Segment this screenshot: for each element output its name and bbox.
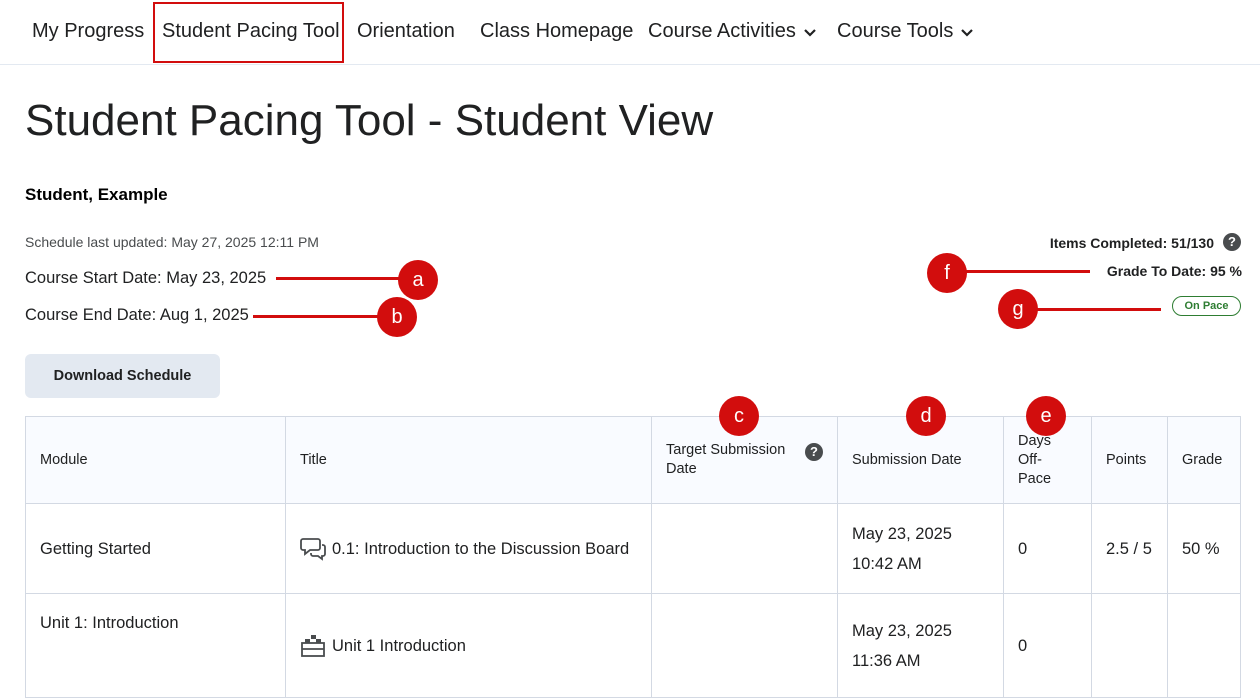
nav-course-activities[interactable]: Course Activities — [648, 20, 816, 43]
nav-orientation[interactable]: Orientation — [357, 20, 455, 43]
submission-time: 11:36 AM — [852, 651, 921, 670]
cell-submission-date: May 23, 2025 10:42 AM — [837, 503, 1004, 594]
highlight-box — [153, 2, 344, 63]
cell-target-date — [651, 503, 838, 594]
cell-points: 2.5 / 5 — [1091, 503, 1168, 594]
header-module: Module — [25, 416, 286, 504]
header-points: Points — [1091, 416, 1168, 504]
cell-grade: 50 % — [1167, 503, 1241, 594]
callout-a: a — [398, 260, 438, 300]
lego-block-icon — [300, 635, 332, 658]
items-completed-label: Items Completed: — [1049, 235, 1168, 251]
callout-g: g — [998, 289, 1038, 329]
callout-c: c — [719, 396, 759, 436]
help-icon[interactable]: ? — [805, 443, 823, 461]
callout-b: b — [377, 297, 417, 337]
callout-d: d — [906, 396, 946, 436]
callout-line-f — [962, 270, 1090, 273]
header-title: Title — [285, 416, 652, 504]
cell-module: Getting Started — [25, 503, 286, 594]
help-icon[interactable]: ? — [1223, 233, 1241, 251]
cell-title-text: Unit 1 Introduction — [332, 636, 466, 655]
on-pace-badge: On Pace — [1172, 296, 1241, 316]
header-target-submission-date-label: Target Submission Date — [666, 442, 786, 477]
cell-title-text: 0.1: Introduction to the Discussion Boar… — [332, 539, 630, 558]
callout-line-a — [276, 277, 400, 280]
cell-days-off-pace: 0 — [1003, 503, 1092, 594]
course-start-date: Course Start Date: May 23, 2025 — [25, 269, 267, 287]
student-name: Student, Example — [25, 185, 168, 204]
course-end-date: Course End Date: Aug 1, 2025 — [25, 306, 249, 324]
callout-line-b — [253, 315, 379, 318]
callout-f: f — [927, 253, 967, 293]
header-days-off-pace-label: Days Off-Pace — [1018, 432, 1052, 487]
callout-line-g — [1035, 308, 1161, 311]
discussion-icon — [300, 538, 332, 561]
download-schedule-button[interactable]: Download Schedule — [25, 354, 220, 398]
grade-to-date: Grade To Date: 95 % — [1106, 263, 1242, 279]
nav-course-tools[interactable]: Course Tools — [837, 20, 974, 43]
chevron-down-icon — [804, 20, 816, 43]
nav-course-tools-label: Course Tools — [837, 20, 954, 42]
nav-my-progress[interactable]: My Progress — [32, 20, 144, 43]
schedule-table: Module Title Target Submission Date ? Su… — [25, 416, 1241, 698]
table-row: Getting Started 0.1: Introduction to the… — [25, 503, 1241, 594]
items-completed-value: 51/130 — [1171, 235, 1214, 251]
schedule-updated-text: Schedule last updated: May 27, 2025 12:1… — [25, 234, 319, 250]
submission-date: May 23, 2025 — [852, 621, 952, 640]
submission-time: 10:42 AM — [852, 554, 922, 573]
nav-course-activities-label: Course Activities — [648, 20, 796, 42]
callout-e: e — [1026, 396, 1066, 436]
header-grade: Grade — [1167, 416, 1241, 504]
chevron-down-icon — [961, 20, 974, 43]
items-completed: Items Completed: 51/130 — [1050, 235, 1214, 251]
submission-date: May 23, 2025 — [852, 524, 952, 543]
nav-class-homepage[interactable]: Class Homepage — [480, 20, 633, 43]
cell-title[interactable]: 0.1: Introduction to the Discussion Boar… — [285, 503, 652, 594]
page-title: Student Pacing Tool - Student View — [25, 96, 714, 145]
